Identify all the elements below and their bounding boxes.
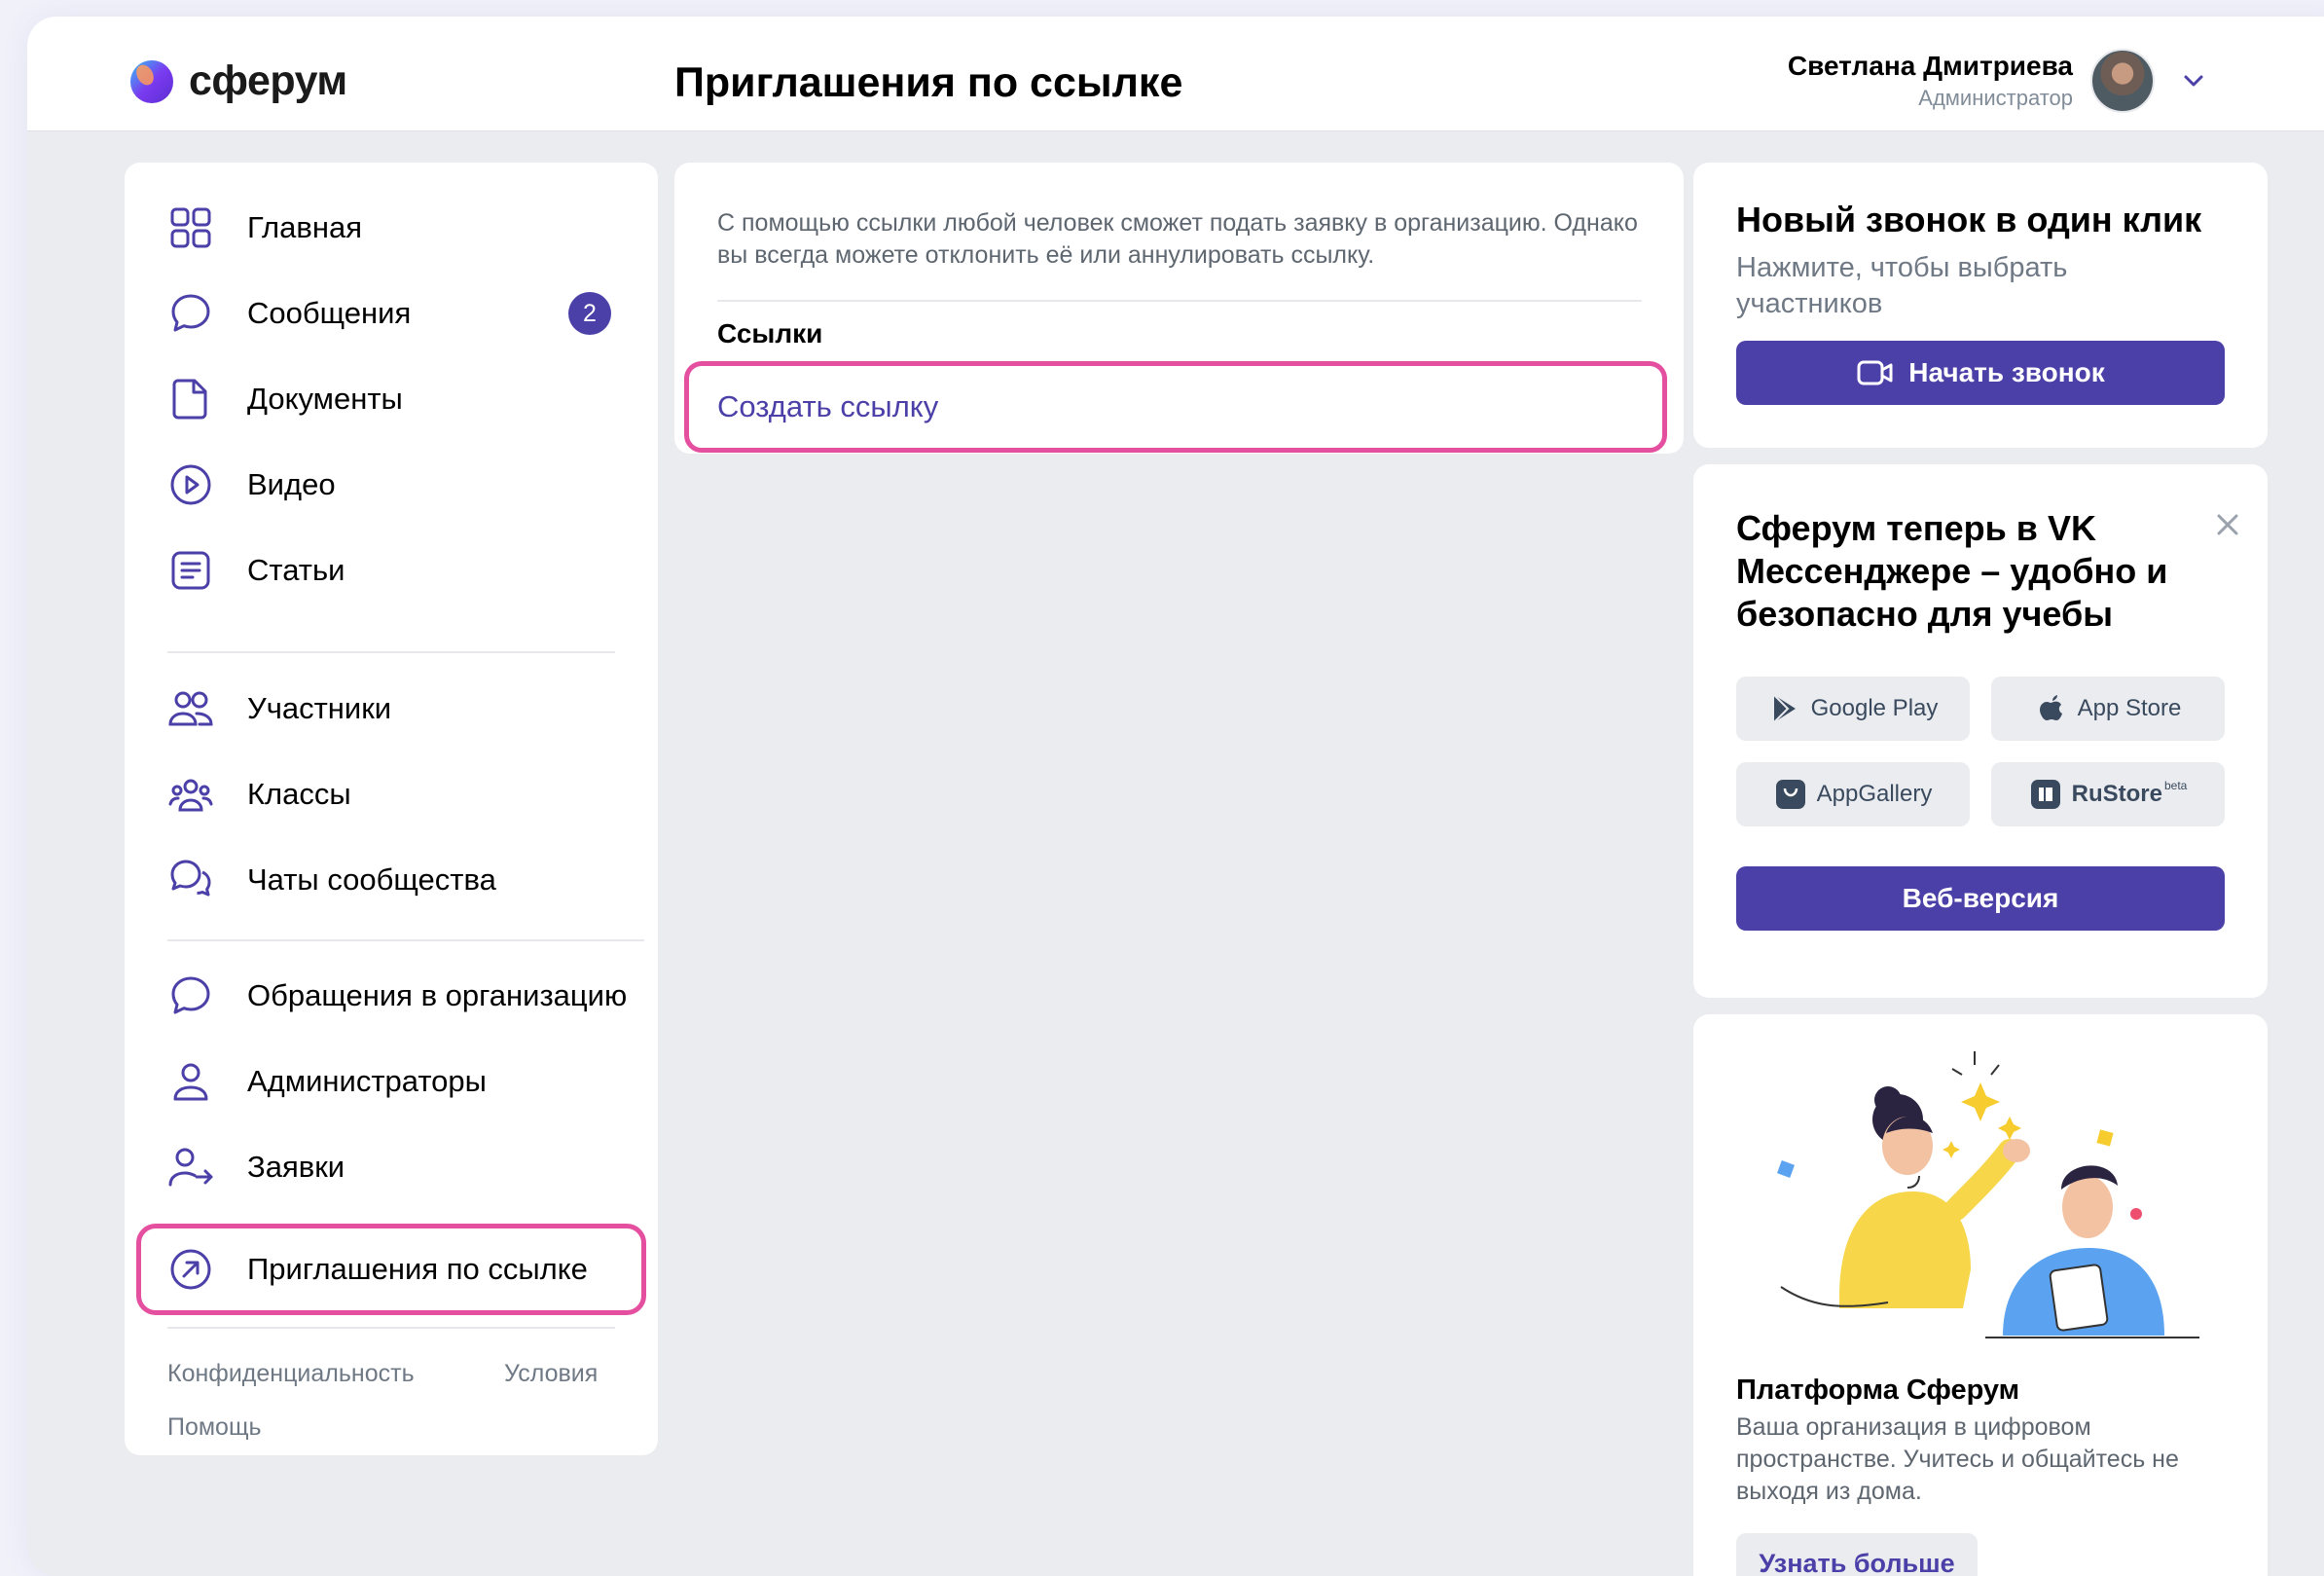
call-card: Новый звонок в один клик Нажмите, чтобы … [1693, 163, 2268, 448]
sidebar-item-admins[interactable]: Администраторы [125, 1039, 658, 1124]
sidebar-item-appeals[interactable]: Обращения в организацию [125, 953, 658, 1039]
sidebar-item-community-chats[interactable]: Чаты сообщества [125, 837, 658, 923]
sidebar-item-label: Документы [247, 382, 403, 416]
group-icon [168, 779, 213, 812]
link-arrow-icon [170, 1249, 211, 1290]
unread-badge: 2 [568, 292, 611, 335]
sidebar-item-documents[interactable]: Документы [125, 356, 658, 442]
start-call-button[interactable]: Начать звонок [1736, 341, 2225, 405]
store-label: App Store [2077, 695, 2182, 721]
avatar[interactable] [2090, 49, 2155, 113]
store-label: RuStore [2071, 781, 2162, 807]
sidebar-item-label: Главная [247, 210, 362, 244]
article-icon [171, 551, 210, 590]
sidebar-item-label: Администраторы [247, 1064, 487, 1098]
sidebar-item-requests[interactable]: Заявки [125, 1124, 658, 1210]
user-info: Светлана Дмитриева Администратор [1788, 51, 2073, 111]
links-heading: Ссылки [717, 318, 823, 348]
rustore-icon [2030, 780, 2060, 809]
logo-text: сферум [189, 57, 347, 104]
sidebar-item-messages[interactable]: Сообщения 2 [125, 271, 658, 356]
call-card-title: Новый звонок в один клик [1736, 200, 2202, 239]
vk-card-title: Сферум теперь в VK Мессенджере – удобно … [1736, 508, 2168, 634]
user-icon [173, 1063, 208, 1101]
store-label: AppGallery [1816, 781, 1933, 807]
rustore-button[interactable]: RuStore beta [1991, 762, 2225, 826]
privacy-link[interactable]: Конфиденциальность [167, 1360, 415, 1388]
vk-messenger-card: Сферум теперь в VK Мессенджере – удобно … [1693, 464, 2268, 998]
sidebar-item-articles[interactable]: Статьи [125, 528, 658, 613]
sidebar-item-label: Приглашения по ссылке [247, 1252, 588, 1286]
invites-info-text: С помощью ссылки любой человек сможет по… [717, 209, 1638, 269]
sidebar-divider [167, 1327, 615, 1329]
sidebar-item-link-invites[interactable]: Приглашения по ссылке [125, 1227, 658, 1312]
logo[interactable]: сферум [128, 57, 347, 105]
invites-divider [717, 300, 1642, 302]
sidebar-item-label: Сообщения [247, 296, 412, 330]
chat-bubble-icon [171, 294, 210, 332]
sidebar-item-video[interactable]: Видео [125, 442, 658, 528]
sidebar-item-label: Статьи [247, 553, 345, 587]
sidebar-item-classes[interactable]: Классы [125, 751, 658, 837]
appgallery-icon [1775, 780, 1805, 809]
promo-title: Платформа Сферум [1736, 1374, 2020, 1406]
page-title: Приглашения по ссылке [674, 59, 1183, 106]
play-circle-icon [170, 464, 211, 505]
web-version-label: Веб-версия [1902, 883, 2059, 913]
beta-badge: beta [2163, 779, 2188, 792]
document-icon [172, 379, 207, 420]
top-bar: сферум Приглашения по ссылке Светлана Дм… [27, 17, 2324, 131]
learn-more-button[interactable]: Узнать больше [1736, 1533, 1978, 1576]
sidebar-item-label: Участники [247, 691, 392, 725]
user-role: Администратор [1918, 86, 2073, 110]
create-link-label: Создать ссылку [717, 389, 939, 423]
people-talking-illustration [1777, 1051, 2199, 1338]
start-call-label: Начать звонок [1908, 357, 2105, 387]
user-menu[interactable]: Светлана Дмитриева Администратор [1788, 49, 2209, 113]
video-camera-icon [1857, 360, 1893, 385]
store-label: Google Play [1810, 695, 1939, 721]
platform-promo-card: Платформа Сферум Ваша организация в цифр… [1693, 1014, 2268, 1576]
sidebar-divider [167, 651, 615, 653]
grid-icon [170, 207, 211, 248]
sidebar-item-label: Заявки [247, 1150, 345, 1184]
appgallery-button[interactable]: AppGallery [1736, 762, 1970, 826]
sidebar-item-members[interactable]: Участники [125, 666, 658, 751]
sidebar-item-label: Чаты сообщества [247, 862, 496, 897]
sidebar-item-label: Видео [247, 467, 336, 501]
app-store-button[interactable]: App Store [1991, 677, 2225, 741]
users-icon [168, 691, 213, 726]
sidebar: Главная Сообщения 2 Документы Видео Стат… [125, 163, 658, 1455]
google-play-button[interactable]: Google Play [1736, 677, 1970, 741]
invites-card: С помощью ссылки любой человек сможет по… [674, 163, 1684, 454]
help-link[interactable]: Помощь [167, 1413, 262, 1442]
google-play-icon [1772, 694, 1796, 723]
web-version-button[interactable]: Веб-версия [1736, 866, 2225, 931]
sidebar-divider [167, 939, 644, 941]
user-arrow-icon [168, 1148, 213, 1187]
sferum-logo-icon [130, 59, 173, 103]
apple-icon [2039, 695, 2062, 720]
community-chats-icon [170, 860, 211, 897]
sidebar-item-label: Классы [247, 777, 351, 811]
user-name: Светлана Дмитриева [1787, 51, 2073, 81]
close-icon[interactable] [2211, 508, 2244, 541]
app-window: сферум Приглашения по ссылке Светлана Дм… [27, 17, 2324, 1576]
sidebar-item-label: Обращения в организацию [247, 978, 628, 1012]
chat-bubble-icon [171, 976, 210, 1014]
create-link-button[interactable]: Создать ссылку [684, 361, 1667, 453]
sidebar-item-home[interactable]: Главная [125, 185, 658, 271]
call-card-subtitle: Нажмите, чтобы выбрать участников [1736, 252, 2068, 319]
terms-link[interactable]: Условия [504, 1360, 598, 1388]
chevron-down-icon[interactable] [2178, 65, 2209, 96]
promo-text: Ваша организация в цифровом пространстве… [1736, 1413, 2179, 1505]
